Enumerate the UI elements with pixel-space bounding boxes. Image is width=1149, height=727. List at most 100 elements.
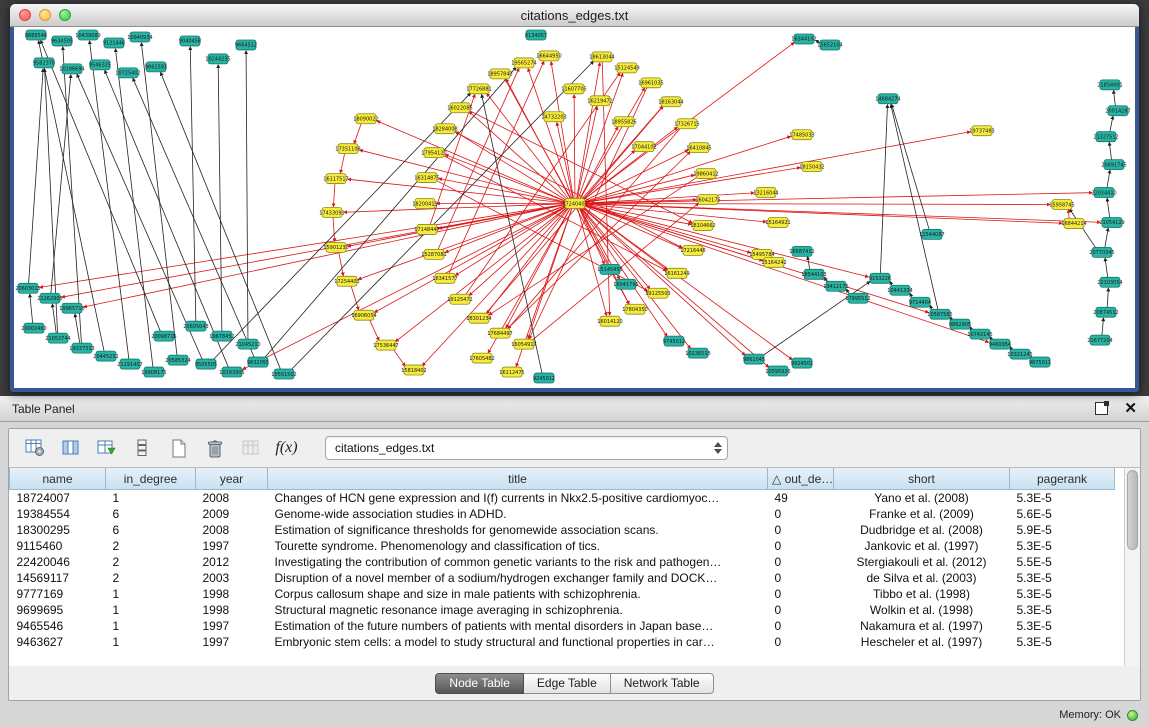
- cell-in_degree[interactable]: 1: [106, 618, 196, 634]
- graph-node[interactable]: 19565274: [511, 58, 536, 68]
- delete-table-button[interactable]: [201, 435, 228, 461]
- cell-pagerank[interactable]: 5.3E-5: [1010, 634, 1115, 650]
- graph-node[interactable]: 9505505: [195, 359, 217, 369]
- graph-node[interactable]: 16054917: [511, 339, 536, 349]
- graph-node[interactable]: 9714404: [909, 297, 931, 307]
- graph-edge[interactable]: [582, 150, 635, 200]
- cell-year[interactable]: 2003: [196, 570, 268, 586]
- graph-edge[interactable]: [574, 95, 575, 199]
- close-panel-icon[interactable]: ✕: [1124, 401, 1137, 416]
- window-titlebar[interactable]: citations_edges.txt: [10, 4, 1139, 27]
- graph-node[interactable]: 10742145: [967, 329, 992, 339]
- graph-node[interactable]: 18613044: [589, 52, 614, 62]
- cell-name[interactable]: 19384554: [10, 506, 106, 522]
- cell-name[interactable]: 18300295: [10, 522, 106, 538]
- graph-node[interactable]: 18163044: [658, 97, 683, 107]
- graph-node[interactable]: 10196694: [59, 64, 84, 74]
- graph-edge[interactable]: [762, 282, 870, 357]
- graph-node[interactable]: 15287081: [421, 249, 446, 259]
- graph-edge[interactable]: [880, 105, 887, 274]
- graph-edge[interactable]: [369, 319, 379, 340]
- graph-node[interactable]: 10441334: [887, 285, 912, 295]
- table-row[interactable]: 2242004622012Investigating the contribut…: [10, 554, 1115, 570]
- graph-node[interactable]: 21191407: [117, 359, 142, 369]
- graph-edge[interactable]: [582, 207, 745, 355]
- tab-network-table[interactable]: Network Table: [611, 673, 714, 694]
- graph-node[interactable]: 19860412: [693, 169, 718, 179]
- graph-node[interactable]: 21045210: [235, 339, 260, 349]
- graph-edge[interactable]: [442, 155, 666, 271]
- graph-node[interactable]: 17954120: [421, 148, 446, 158]
- column-header-out_degree[interactable]: △ out_de…: [768, 468, 834, 490]
- cell-pagerank[interactable]: 5.3E-5: [1010, 618, 1115, 634]
- graph-node[interactable]: 10587585: [927, 309, 952, 319]
- cell-name[interactable]: 9463627: [10, 634, 106, 650]
- graph-node[interactable]: 19412175: [823, 281, 848, 291]
- graph-edge[interactable]: [1109, 142, 1111, 159]
- cell-in_degree[interactable]: 2: [106, 570, 196, 586]
- graph-edge[interactable]: [449, 61, 544, 273]
- cell-title[interactable]: Changes of HCN gene expression and I(f) …: [268, 490, 768, 507]
- cell-out_degree[interactable]: 0: [768, 570, 834, 586]
- cell-short[interactable]: Dudbridge et al. (2008): [834, 522, 1010, 538]
- cell-short[interactable]: de Silva et al. (2003): [834, 570, 1010, 586]
- graph-node[interactable]: 10940934: [127, 32, 152, 42]
- cell-pagerank[interactable]: 5.3E-5: [1010, 586, 1115, 602]
- table-settings-button[interactable]: [21, 435, 48, 461]
- cell-out_degree[interactable]: 0: [768, 602, 834, 618]
- cell-out_degree[interactable]: 0: [768, 618, 834, 634]
- cell-short[interactable]: Franke et al. (2009): [834, 506, 1010, 522]
- cell-out_degree[interactable]: 0: [768, 538, 834, 554]
- cell-year[interactable]: 2008: [196, 522, 268, 538]
- edit-table-button[interactable]: [93, 435, 120, 461]
- graph-node[interactable]: 18150432: [799, 162, 824, 172]
- graph-node[interactable]: 17536447: [373, 340, 398, 350]
- network-graph[interactable]: 1724040716054917176844971830123419125472…: [14, 27, 1135, 388]
- graph-node[interactable]: 17726881: [466, 84, 491, 94]
- cell-out_degree[interactable]: 0: [768, 554, 834, 570]
- graph-node[interactable]: 10236518: [685, 348, 710, 358]
- cell-name[interactable]: 22420046: [10, 554, 106, 570]
- graph-edge[interactable]: [1110, 116, 1113, 132]
- close-window-button[interactable]: [19, 9, 31, 21]
- graph-node[interactable]: 17148447: [414, 224, 439, 234]
- graph-node[interactable]: 10725402: [115, 68, 140, 78]
- table-row[interactable]: 969969511998Structural magnetic resonanc…: [10, 602, 1115, 618]
- cell-short[interactable]: Jankovic et al. (1997): [834, 538, 1010, 554]
- table-scrollbar[interactable]: [1124, 468, 1140, 666]
- cell-in_degree[interactable]: 2: [106, 554, 196, 570]
- graph-node[interactable]: 8889548: [25, 30, 47, 40]
- graph-node[interactable]: 9861593: [145, 62, 167, 72]
- rows-button[interactable]: [129, 435, 156, 461]
- graph-edge[interactable]: [333, 217, 335, 241]
- graph-node[interactable]: 16117517: [323, 174, 348, 184]
- graph-node[interactable]: 18090022: [353, 114, 378, 124]
- graph-node[interactable]: 8134057: [525, 30, 547, 40]
- graph-edge[interactable]: [1107, 170, 1110, 188]
- graph-node[interactable]: 10595926: [765, 366, 790, 376]
- cell-name[interactable]: 9777169: [10, 586, 106, 602]
- graph-node[interactable]: 9460954: [989, 339, 1011, 349]
- graph-node[interactable]: 17240407: [562, 199, 587, 209]
- graph-node[interactable]: 21052744: [45, 333, 70, 343]
- cell-pagerank[interactable]: 5.3E-5: [1010, 570, 1115, 586]
- tab-edge-table[interactable]: Edge Table: [524, 673, 611, 694]
- graph-node[interactable]: 18301234: [466, 313, 491, 323]
- cell-name[interactable]: 9465546: [10, 618, 106, 634]
- cell-short[interactable]: Yano et al. (2008): [834, 490, 1010, 507]
- graph-node[interactable]: 22034410: [1091, 188, 1116, 198]
- graph-edge[interactable]: [218, 65, 222, 331]
- graph-edge[interactable]: [62, 204, 566, 297]
- graph-edge[interactable]: [29, 69, 44, 283]
- graph-node[interactable]: 9875011: [1029, 357, 1051, 367]
- column-header-name[interactable]: name: [10, 468, 106, 490]
- graph-node[interactable]: 17351108: [335, 144, 360, 154]
- graph-node[interactable]: 16961035: [638, 78, 663, 88]
- graph-node[interactable]: 22103054: [1097, 277, 1122, 287]
- graph-node[interactable]: 9121446: [103, 38, 125, 48]
- graph-node[interactable]: 19337313: [69, 343, 94, 353]
- graph-node[interactable]: 21327512: [1093, 132, 1118, 142]
- cell-out_degree[interactable]: 49: [768, 490, 834, 507]
- graph-node[interactable]: 11607705: [561, 84, 586, 94]
- graph-edge[interactable]: [246, 51, 248, 339]
